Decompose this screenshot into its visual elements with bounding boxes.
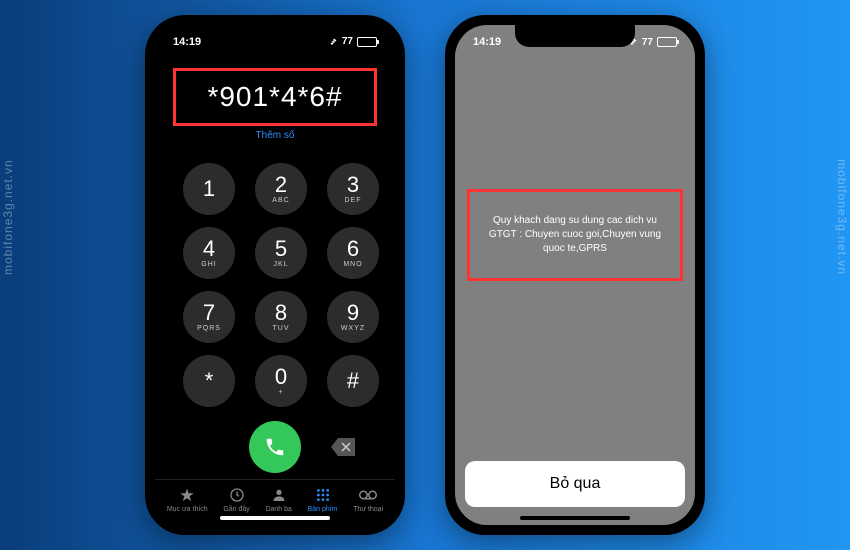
home-indicator[interactable]	[220, 516, 330, 520]
keypad: 1 2ABC 3DEF 4GHI 5JKL 6MNO 7PQRS 8TUV 9W…	[155, 147, 395, 415]
star-icon	[177, 486, 197, 504]
key-7[interactable]: 7PQRS	[183, 291, 235, 343]
key-9[interactable]: 9WXYZ	[327, 291, 379, 343]
key-star[interactable]: *	[183, 355, 235, 407]
call-button[interactable]	[249, 421, 301, 473]
key-0[interactable]: 0+	[255, 355, 307, 407]
key-5[interactable]: 5JKL	[255, 227, 307, 279]
add-number-link[interactable]: Thêm số	[155, 130, 395, 141]
key-1[interactable]: 1	[183, 163, 235, 215]
tab-favorites[interactable]: Mục ưa thích	[167, 486, 208, 513]
phone-dialer: 14:19 77 *901*4*6# Thêm số 1 2ABC 3DEF 4…	[145, 15, 405, 535]
screen-ussd: 14:19 77 Quy khach dang su dung cac dich…	[455, 25, 695, 525]
person-icon	[269, 486, 289, 504]
dialed-number-area: *901*4*6# Thêm số	[155, 58, 395, 147]
key-6[interactable]: 6MNO	[327, 227, 379, 279]
highlight-ussd-message: Quy khach dang su dung cac dich vu GTGT …	[467, 189, 683, 281]
battery-percent: 77	[342, 36, 353, 47]
tab-contacts[interactable]: Danh bạ	[265, 486, 291, 513]
clock-icon	[227, 486, 247, 504]
status-time: 14:19	[173, 36, 201, 48]
home-indicator[interactable]	[520, 516, 630, 520]
backspace-icon	[331, 438, 355, 456]
tab-keypad[interactable]: Bàn phím	[308, 486, 338, 513]
voicemail-icon	[358, 486, 378, 504]
backspace-button[interactable]	[331, 438, 355, 456]
key-3[interactable]: 3DEF	[327, 163, 379, 215]
dialed-number: *901*4*6#	[180, 81, 370, 113]
key-hash[interactable]: #	[327, 355, 379, 407]
battery-percent: 77	[642, 37, 653, 48]
phone-ussd: 14:19 77 Quy khach dang su dung cac dich…	[445, 15, 705, 535]
ussd-body: Quy khach dang su dung cac dich vu GTGT …	[455, 59, 695, 525]
highlight-dialed: *901*4*6#	[173, 68, 377, 126]
phone-icon	[264, 436, 286, 458]
dismiss-button[interactable]: Bỏ qua	[465, 461, 685, 507]
watermark-right: mobifone3g.net.vn	[835, 159, 849, 275]
key-8[interactable]: 8TUV	[255, 291, 307, 343]
notch	[515, 25, 635, 47]
keypad-icon	[313, 486, 333, 504]
ussd-message: Quy khach dang su dung cac dich vu GTGT …	[478, 214, 672, 256]
screen-dialer: 14:19 77 *901*4*6# Thêm số 1 2ABC 3DEF 4…	[155, 25, 395, 525]
battery-icon	[357, 37, 377, 47]
tab-voicemail[interactable]: Thư thoại	[353, 486, 383, 513]
notch	[215, 25, 335, 47]
dial-action-row	[155, 415, 395, 479]
key-2[interactable]: 2ABC	[255, 163, 307, 215]
battery-icon	[657, 37, 677, 47]
status-time: 14:19	[473, 36, 501, 48]
tab-recents[interactable]: Gần đây	[223, 486, 249, 513]
key-4[interactable]: 4GHI	[183, 227, 235, 279]
watermark-left: mobifone3g.net.vn	[1, 159, 15, 275]
